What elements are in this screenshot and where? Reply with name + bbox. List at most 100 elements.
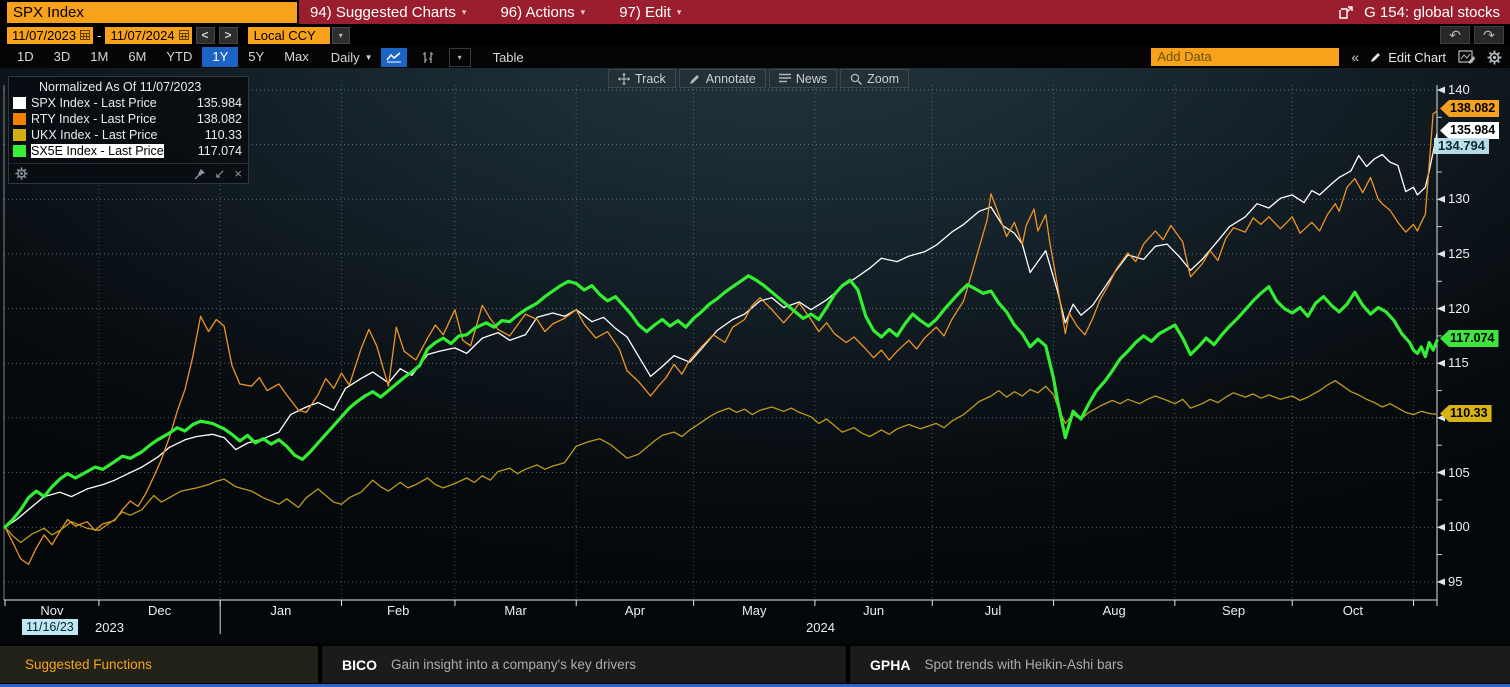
- news-lines-icon: [779, 73, 791, 84]
- legend-item-sx5e[interactable]: SX5E Index - Last Price117.074: [9, 143, 248, 159]
- line-chart-type-button[interactable]: [381, 48, 407, 67]
- pin-icon[interactable]: [194, 168, 206, 180]
- y-axis-label: 120: [1448, 301, 1470, 316]
- pencil-icon: [1369, 51, 1382, 64]
- menu-item-edit[interactable]: 97) Edit▾: [619, 4, 681, 21]
- pencil-icon: [689, 73, 701, 85]
- next-period-button[interactable]: >: [219, 27, 238, 44]
- chevron-down-icon: ▾: [458, 53, 462, 62]
- prev-period-button[interactable]: <: [196, 27, 215, 44]
- x-axis-month-label: Jan: [270, 603, 291, 618]
- range-tab-1d[interactable]: 1D: [7, 47, 44, 67]
- chart-title-tag: G 154: global stocks: [1364, 4, 1500, 21]
- date-to-field[interactable]: 11/07/2024: [105, 27, 191, 44]
- y-tick-arrow: [1437, 87, 1445, 94]
- range-tab-1m[interactable]: 1M: [80, 47, 118, 67]
- range-tab-ytd[interactable]: YTD: [156, 47, 202, 67]
- x-axis-month-label: Jul: [985, 603, 1002, 618]
- range-tab-3d[interactable]: 3D: [44, 47, 81, 67]
- y-tick-arrow: [1437, 360, 1445, 367]
- range-tab-1y[interactable]: 1Y: [202, 47, 238, 67]
- x-axis-month-label: Aug: [1103, 603, 1126, 618]
- export-icon[interactable]: [1339, 5, 1354, 20]
- chart-edit-icon: [1458, 50, 1475, 64]
- chart-type-dropdown[interactable]: ▾: [449, 48, 471, 67]
- calendar-icon: [179, 30, 189, 40]
- gear-icon: [1487, 50, 1502, 65]
- x-axis-month-label: Mar: [504, 603, 526, 618]
- menu-item-label: 94) Suggested Charts: [310, 4, 456, 21]
- suggested-function-gpha[interactable]: GPHA Spot trends with Heikin-Ashi bars: [850, 646, 1510, 683]
- line-chart-icon: [386, 51, 402, 63]
- series-color-swatch: [13, 129, 26, 141]
- gear-icon[interactable]: [15, 167, 28, 180]
- date-from-value: 11/07/2023: [12, 27, 76, 44]
- track-button[interactable]: Track: [608, 69, 676, 88]
- annotate-button[interactable]: Annotate: [679, 69, 766, 88]
- settings-button[interactable]: [1487, 50, 1502, 65]
- y-axis-label: 140: [1448, 82, 1470, 97]
- close-icon[interactable]: ×: [234, 168, 242, 180]
- candlestick-icon: [421, 51, 435, 64]
- bar-chart-type-button[interactable]: [415, 48, 441, 67]
- chevron-down-icon: ▾: [462, 7, 467, 18]
- legend-item-spx[interactable]: SPX Index - Last Price135.984: [9, 95, 248, 111]
- redo-button[interactable]: ↷: [1474, 26, 1504, 44]
- add-data-input[interactable]: Add Data: [1151, 48, 1339, 66]
- y-tick-arrow: [1437, 305, 1445, 312]
- x-axis-year-label: 2023: [95, 620, 124, 635]
- crosshair-icon: [618, 73, 630, 85]
- currency-select[interactable]: Local CCY: [248, 27, 330, 44]
- minimize-icon[interactable]: ↙: [215, 168, 226, 180]
- menu-item-suggested-charts[interactable]: 94) Suggested Charts ▾: [310, 4, 466, 21]
- range-tab-max[interactable]: Max: [274, 47, 319, 67]
- chevron-down-icon: ▼: [365, 53, 373, 62]
- series-color-swatch: [13, 97, 26, 109]
- series-label: RTY Index - Last Price: [31, 112, 156, 126]
- range-tab-5y[interactable]: 5Y: [238, 47, 274, 67]
- series-last-value: 110.33: [205, 128, 242, 142]
- button-label: Track: [635, 72, 666, 86]
- date-from-field[interactable]: 11/07/2023: [7, 27, 93, 44]
- axis-value-tag: 117.074: [1440, 330, 1499, 347]
- collapse-panel-icon[interactable]: «: [1351, 49, 1359, 65]
- y-tick-arrow: [1437, 250, 1445, 257]
- y-axis-label: 100: [1448, 519, 1470, 534]
- suggested-functions-title: Suggested Functions: [25, 657, 152, 672]
- function-code: GPHA: [870, 657, 910, 673]
- currency-chevron-down-icon[interactable]: ▾: [332, 27, 350, 44]
- range-tab-6m[interactable]: 6M: [118, 47, 156, 67]
- y-axis-label: 130: [1448, 191, 1470, 206]
- frequency-select[interactable]: Daily ▼: [331, 50, 373, 65]
- x-axis-month-label: Jun: [863, 603, 884, 618]
- x-axis-month-label: Apr: [625, 603, 645, 618]
- edit-chart-button[interactable]: Edit Chart: [1369, 50, 1446, 65]
- edit-chart-label: Edit Chart: [1388, 50, 1446, 65]
- series-label: SPX Index - Last Price: [31, 96, 157, 110]
- y-axis-label: 125: [1448, 246, 1470, 261]
- chart-settings-button[interactable]: [1458, 50, 1475, 64]
- series-last-value: 138.082: [197, 112, 242, 126]
- legend-item-rty[interactable]: RTY Index - Last Price 138.082: [9, 111, 248, 127]
- series-color-swatch: [13, 113, 26, 125]
- button-label: Annotate: [706, 72, 756, 86]
- suggested-function-bico[interactable]: BICO Gain insight into a company's key d…: [322, 646, 846, 683]
- series-color-swatch: [13, 145, 26, 157]
- title-bar: SPX Index 94) Suggested Charts ▾ 96) Actio…: [0, 0, 1510, 24]
- legend-panel[interactable]: Normalized As Of 11/07/2023 SPX Index - …: [8, 76, 249, 184]
- x-axis-month-label: Oct: [1343, 603, 1363, 618]
- menu-item-actions[interactable]: 96) Actions▾: [500, 4, 585, 21]
- chart-toolbar: 1D3D1M6MYTD1Y5YMax Daily ▼ ▾ Table Add D…: [0, 46, 1510, 68]
- zoom-button[interactable]: Zoom: [840, 69, 909, 88]
- undo-button[interactable]: ↶: [1440, 26, 1470, 44]
- series-label: UKX Index - Last Price: [31, 128, 157, 142]
- date-to-value: 11/07/2024: [110, 27, 174, 44]
- table-button[interactable]: Table: [493, 50, 524, 65]
- legend-item-ukx[interactable]: UKX Index - Last Price 110.33: [9, 127, 248, 143]
- chart-action-bar: Track Annotate News Zoom: [608, 69, 909, 88]
- calendar-icon: [80, 30, 90, 40]
- button-label: Zoom: [867, 72, 899, 86]
- security-input[interactable]: SPX Index: [7, 2, 297, 23]
- function-description: Gain insight into a company's key driver…: [391, 657, 636, 672]
- news-button[interactable]: News: [769, 69, 837, 88]
